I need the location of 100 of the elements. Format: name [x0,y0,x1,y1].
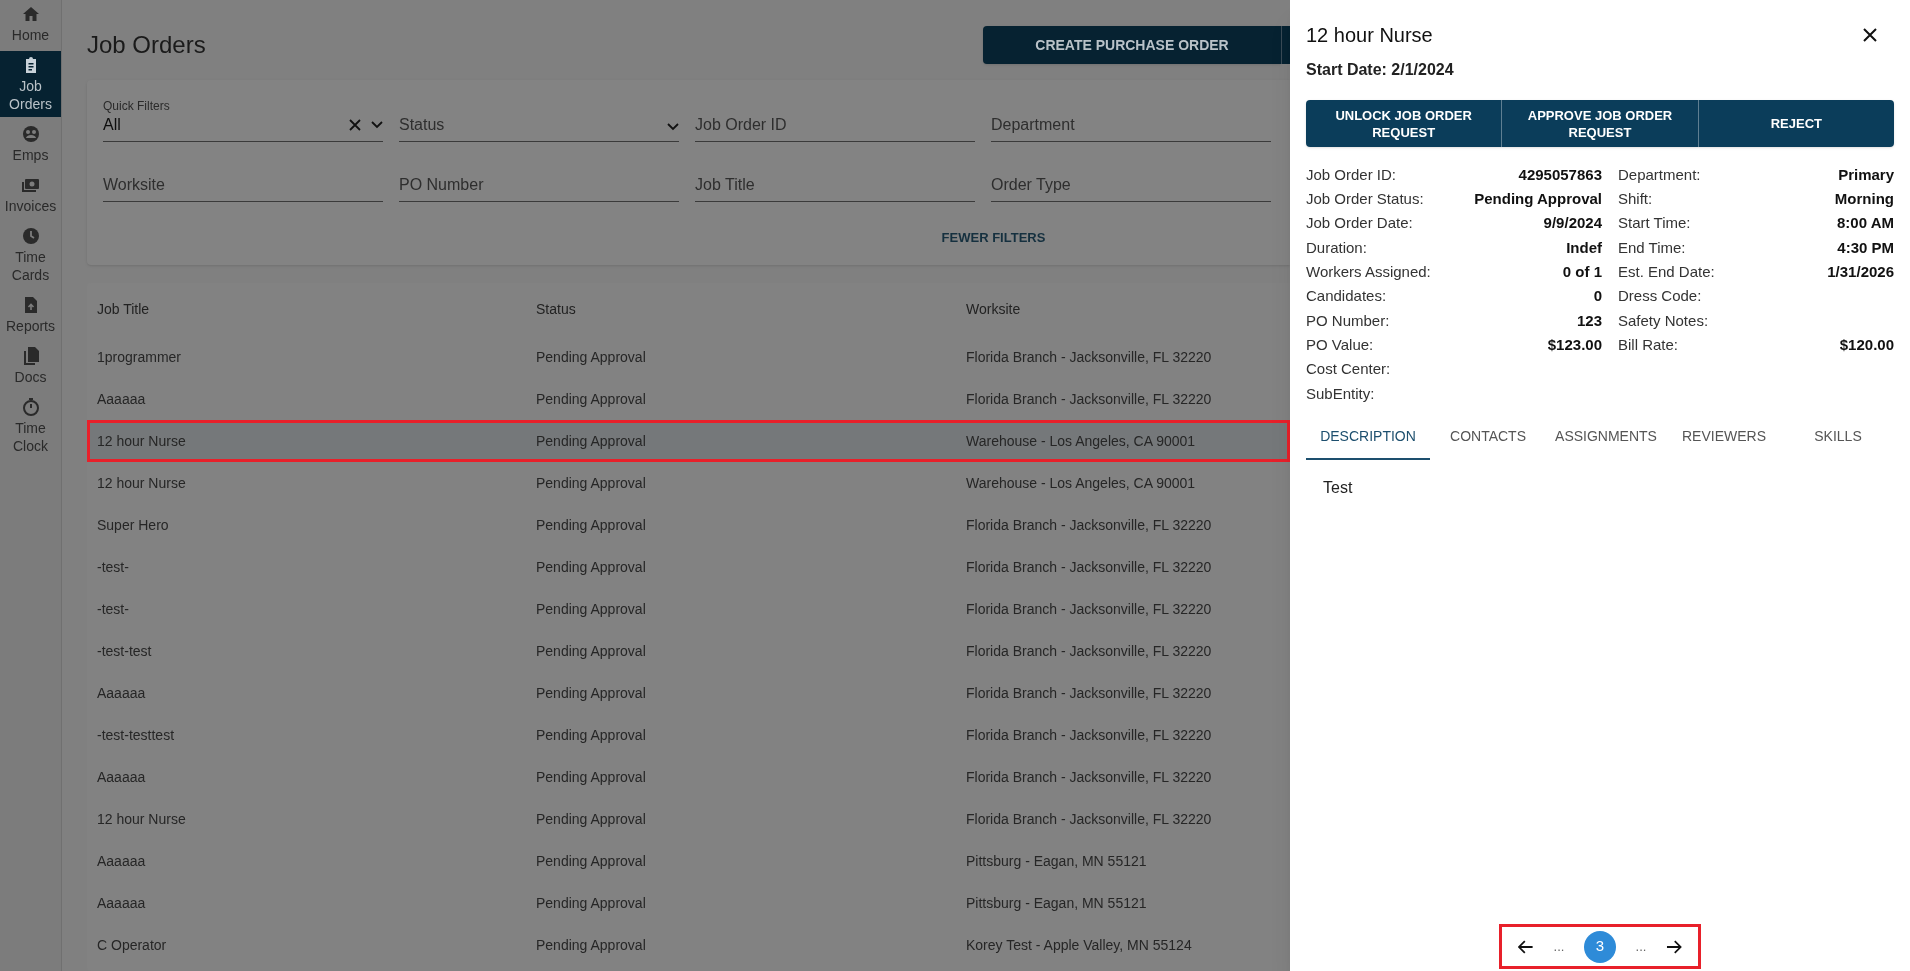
table-cell-text: Florida Branch - Jacksonville, FL 32220 [965,515,1213,535]
detail-label: Shift: [1618,189,1653,210]
detail-value: 9/9/2024 [1543,213,1602,234]
table-row[interactable]: Super Hero Pending Approval Florida Branch - Jacksonville, FL 32220 [87,504,1290,546]
table-cell-text: -test- [96,557,130,577]
table-row[interactable]: -test- Pending Approval Florida Branch - Jacksonville, FL 32220 [87,546,1290,588]
select-field[interactable]: Status [399,94,679,142]
panel-title: 12 hour Nurse [1306,23,1433,48]
detail-label: Cost Center: [1306,359,1391,380]
tab[interactable]: ASSIGNMENTS [1546,415,1666,460]
table-row[interactable]: Aaaaaa Pending Approval Pittsburg - Eagan, MN 55121 [87,840,1290,882]
table-row[interactable]: Aaaaaa Pending Approval Florida Branch - Jacksonville, FL 32220 [87,378,1290,420]
table-cell-text: Florida Branch - Jacksonville, FL 32220 [965,347,1213,367]
column-header[interactable]: Status [526,299,956,320]
page-title: Job Orders [87,30,207,60]
tab[interactable]: SKILLS [1782,415,1894,460]
detail-label: Job Order ID: [1306,164,1397,185]
input-field[interactable]: PO Number [399,154,679,202]
table-row[interactable]: 12 hour Nurse Pending Approval Warehouse - Los Angeles, CA 90001 [87,420,1290,462]
table-cell-text: Pending Approval [535,431,647,451]
table-cell-text: Pending Approval [535,767,647,787]
quick-filters-select[interactable]: Quick Filters All [103,94,383,142]
sidebar-item[interactable]: Docs [0,342,61,390]
input-field[interactable]: Job Title [695,154,975,202]
table-cell-text: Florida Branch - Jacksonville, FL 32220 [965,389,1213,409]
tab[interactable]: DESCRIPTION [1306,415,1430,460]
tab[interactable]: CONTACTS [1430,415,1546,460]
table-cell-text: Florida Branch - Jacksonville, FL 32220 [965,557,1213,577]
detail-label: PO Value: [1306,334,1374,355]
table-row[interactable]: -test- Pending Approval Florida Branch - Jacksonville, FL 32220 [87,588,1290,630]
table-cell-text: Pending Approval [535,725,647,745]
pagination-ellipsis: ... [1553,937,1565,956]
sidebar-item[interactable]: Emps [0,120,61,168]
page-button[interactable]: 3 [1584,930,1616,963]
table-row[interactable]: -test-test Pending Approval Florida Branch - Jacksonville, FL 32220 [87,630,1290,672]
table-cell-text: Pending Approval [535,935,647,955]
column-header[interactable]: Job Title [87,299,526,320]
chevron-down-icon[interactable] [667,123,679,131]
table-cell-text: 12 hour Nurse [96,809,187,829]
detail-value: $123.00 [1547,334,1602,355]
table-cell-text: 1programmer [96,347,183,367]
detail-label: Job Order Status: [1306,189,1424,210]
detail-value: 0 [1593,286,1602,307]
table-cell-text: Super Hero [96,515,170,535]
table-cell-text: Pittsburg - Eagan, MN 55121 [965,851,1148,871]
chevron-down-icon[interactable] [371,121,383,129]
table-row[interactable]: Aaaaaa Pending Approval Florida Branch - Jacksonville, FL 32220 [87,672,1290,714]
table-cell-text: Florida Branch - Jacksonville, FL 32220 [965,767,1213,787]
detail-value: 1/31/2026 [1827,262,1894,283]
close-icon[interactable] [1862,27,1878,43]
sidebar-item[interactable]: Time Cards [0,222,61,288]
create-purchase-order-button[interactable]: CREATE PURCHASE ORDER [983,26,1281,64]
action-button[interactable]: APPROVE JOB ORDER REQUEST [1501,100,1698,147]
table-row[interactable]: -test-testtest Pending Approval Florida Branch - Jacksonville, FL 32220 [87,714,1290,756]
table-cell-text: -test-testtest [96,725,176,745]
table-row[interactable]: Aaaaaa Pending Approval Pittsburg - Eagan, MN 55121 [87,882,1290,924]
table-cell-text: Pending Approval [535,473,647,493]
sidebar-item[interactable]: Reports [0,291,61,339]
start-date: Start Date: 2/1/2024 [1306,60,1455,80]
tab[interactable]: REVIEWERS [1666,415,1782,460]
table-cell-text: C Operator [96,935,168,955]
table-cell-text: 12 hour Nurse [96,473,187,493]
detail-value: $120.00 [1839,334,1894,355]
action-button[interactable]: REJECT [1697,100,1894,147]
detail-label: Department: [1618,164,1701,185]
arrow-left-icon[interactable] [1518,939,1534,954]
input-field[interactable]: Job Order ID [695,94,975,142]
table-row[interactable]: Aaaaaa Pending Approval Florida Branch - Jacksonville, FL 32220 [87,756,1290,798]
detail-value: Primary [1838,164,1894,185]
detail-label: Workers Assigned: [1306,262,1431,283]
input-field[interactable]: Worksite [103,154,383,202]
table-cell-text: Florida Branch - Jacksonville, FL 32220 [965,641,1213,661]
sidebar-item[interactable]: Job Orders [0,51,61,117]
table-row[interactable]: 1programmer Pending Approval Florida Branch - Jacksonville, FL 32220 [87,336,1290,378]
detail-label: Duration: [1306,237,1367,258]
table-cell-text: Florida Branch - Jacksonville, FL 32220 [965,599,1213,619]
action-button[interactable]: UNLOCK JOB ORDER REQUEST [1306,100,1502,147]
input-field[interactable]: Order Type [991,154,1271,202]
clear-icon[interactable] [349,119,361,131]
table-cell-text: Pending Approval [535,809,647,829]
sidebar-item[interactable]: Invoices [0,171,61,219]
detail-value: Pending Approval [1474,189,1602,210]
sidebar-item[interactable]: Time Clock [0,393,61,459]
fewer-filters-button[interactable]: FEWER FILTERS [941,228,1046,248]
table-cell-text: 12 hour Nurse [96,431,187,451]
input-field[interactable]: Department [991,94,1271,142]
column-header[interactable]: Worksite [956,299,1290,320]
table-cell-text: -test- [96,599,130,619]
table-cell-text: Warehouse - Los Angeles, CA 90001 [965,431,1197,451]
detail-value: 0 of 1 [1562,262,1602,283]
table-row[interactable]: 12 hour Nurse Pending Approval Warehouse - Los Angeles, CA 90001 [87,462,1290,504]
arrow-right-icon[interactable] [1666,939,1682,954]
pagination-ellipsis: ... [1635,937,1647,956]
table-cell-text: Pending Approval [535,641,647,661]
table-cell-text: Pending Approval [535,557,647,577]
table-row[interactable]: 12 hour Nurse Pending Approval Florida Branch - Jacksonville, FL 32220 [87,798,1290,840]
table-row[interactable]: C Operator Pending Approval Korey Test - Apple Valley, MN 55124 [87,924,1290,966]
table-cell-text: Pittsburg - Eagan, MN 55121 [965,893,1148,913]
sidebar-item[interactable]: Home [0,0,61,48]
detail-label: Safety Notes: [1618,310,1709,331]
